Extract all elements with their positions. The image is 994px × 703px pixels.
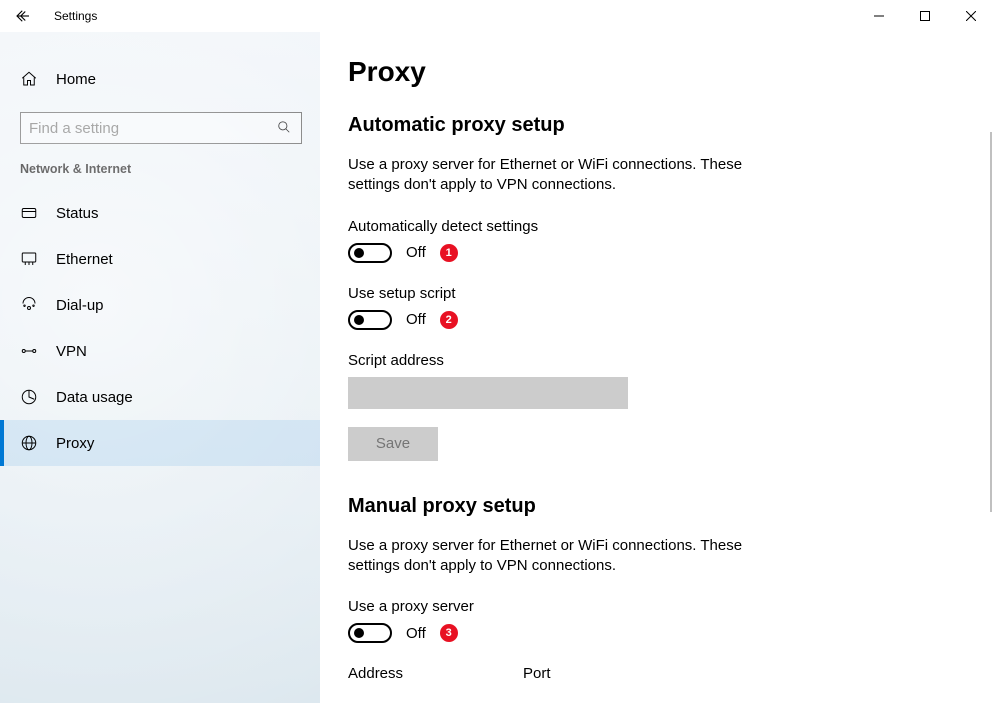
sidebar: Home Network & Internet Status bbox=[0, 32, 320, 703]
page-title: Proxy bbox=[348, 56, 940, 88]
auto-section-heading: Automatic proxy setup bbox=[348, 114, 940, 137]
sidebar-item-label: Data usage bbox=[56, 389, 133, 406]
manual-address-label: Address bbox=[348, 665, 403, 682]
maximize-icon bbox=[920, 11, 930, 21]
use-proxy-label: Use a proxy server bbox=[348, 598, 940, 615]
sidebar-item-proxy[interactable]: Proxy bbox=[0, 420, 320, 466]
toggle-knob-icon bbox=[354, 628, 364, 638]
address-port-row: Address Port bbox=[348, 665, 940, 690]
script-address-label: Script address bbox=[348, 352, 940, 369]
auto-detect-label: Automatically detect settings bbox=[348, 218, 940, 235]
annotation-badge-3: 3 bbox=[440, 624, 458, 642]
sidebar-category-heading: Network & Internet bbox=[0, 144, 320, 190]
auto-detect-state: Off bbox=[406, 244, 426, 261]
use-proxy-toggle-row: Off 3 bbox=[348, 623, 940, 643]
sidebar-item-dialup[interactable]: Dial-up bbox=[0, 282, 320, 328]
sidebar-item-label: Ethernet bbox=[56, 251, 113, 268]
sidebar-item-ethernet[interactable]: Ethernet bbox=[0, 236, 320, 282]
manual-section-desc: Use a proxy server for Ethernet or WiFi … bbox=[348, 536, 788, 577]
auto-detect-toggle-row: Off 1 bbox=[348, 243, 940, 263]
content-area: Proxy Automatic proxy setup Use a proxy … bbox=[320, 32, 994, 703]
close-icon bbox=[966, 11, 976, 21]
sidebar-item-datausage[interactable]: Data usage bbox=[0, 374, 320, 420]
sidebar-item-label: VPN bbox=[56, 343, 87, 360]
back-button[interactable] bbox=[12, 5, 34, 27]
sidebar-home-label: Home bbox=[56, 71, 96, 88]
window-body: Home Network & Internet Status bbox=[0, 32, 994, 703]
save-button: Save bbox=[348, 427, 438, 461]
toggle-knob-icon bbox=[354, 315, 364, 325]
sidebar-item-label: Proxy bbox=[56, 435, 94, 452]
auto-section-desc: Use a proxy server for Ethernet or WiFi … bbox=[348, 155, 788, 196]
window-controls bbox=[856, 0, 994, 32]
content-inner: Proxy Automatic proxy setup Use a proxy … bbox=[320, 56, 940, 703]
search-icon bbox=[277, 120, 293, 136]
data-usage-icon bbox=[20, 388, 38, 406]
use-script-label: Use setup script bbox=[348, 285, 940, 302]
annotation-badge-2: 2 bbox=[440, 311, 458, 329]
annotation-badge-1: 1 bbox=[440, 244, 458, 262]
titlebar: Settings bbox=[0, 0, 994, 32]
proxy-icon bbox=[20, 434, 38, 452]
use-script-state: Off bbox=[406, 311, 426, 328]
close-button[interactable] bbox=[948, 0, 994, 32]
dialup-icon bbox=[20, 296, 38, 314]
sidebar-item-label: Dial-up bbox=[56, 297, 104, 314]
minimize-icon bbox=[874, 11, 884, 21]
use-script-toggle[interactable] bbox=[348, 310, 392, 330]
search-wrap bbox=[0, 102, 320, 144]
auto-detect-toggle[interactable] bbox=[348, 243, 392, 263]
titlebar-left: Settings bbox=[12, 5, 97, 27]
search-box[interactable] bbox=[20, 112, 302, 144]
sidebar-item-vpn[interactable]: VPN bbox=[0, 328, 320, 374]
manual-section-heading: Manual proxy setup bbox=[348, 495, 940, 518]
sidebar-item-status[interactable]: Status bbox=[0, 190, 320, 236]
vpn-icon bbox=[20, 342, 38, 360]
manual-port-label: Port bbox=[523, 665, 551, 682]
search-input[interactable] bbox=[29, 120, 277, 137]
script-address-input bbox=[348, 377, 628, 409]
scrollbar[interactable] bbox=[990, 132, 992, 512]
sidebar-item-label: Status bbox=[56, 205, 99, 222]
use-script-toggle-row: Off 2 bbox=[348, 310, 940, 330]
minimize-button[interactable] bbox=[856, 0, 902, 32]
toggle-knob-icon bbox=[354, 248, 364, 258]
home-icon bbox=[20, 70, 38, 88]
ethernet-icon bbox=[20, 250, 38, 268]
use-proxy-state: Off bbox=[406, 625, 426, 642]
window-title: Settings bbox=[54, 9, 97, 23]
maximize-button[interactable] bbox=[902, 0, 948, 32]
settings-window: Settings Home bbox=[0, 0, 994, 703]
sidebar-home[interactable]: Home bbox=[0, 56, 320, 102]
status-icon bbox=[20, 204, 38, 222]
arrow-left-icon bbox=[14, 7, 32, 25]
use-proxy-toggle[interactable] bbox=[348, 623, 392, 643]
